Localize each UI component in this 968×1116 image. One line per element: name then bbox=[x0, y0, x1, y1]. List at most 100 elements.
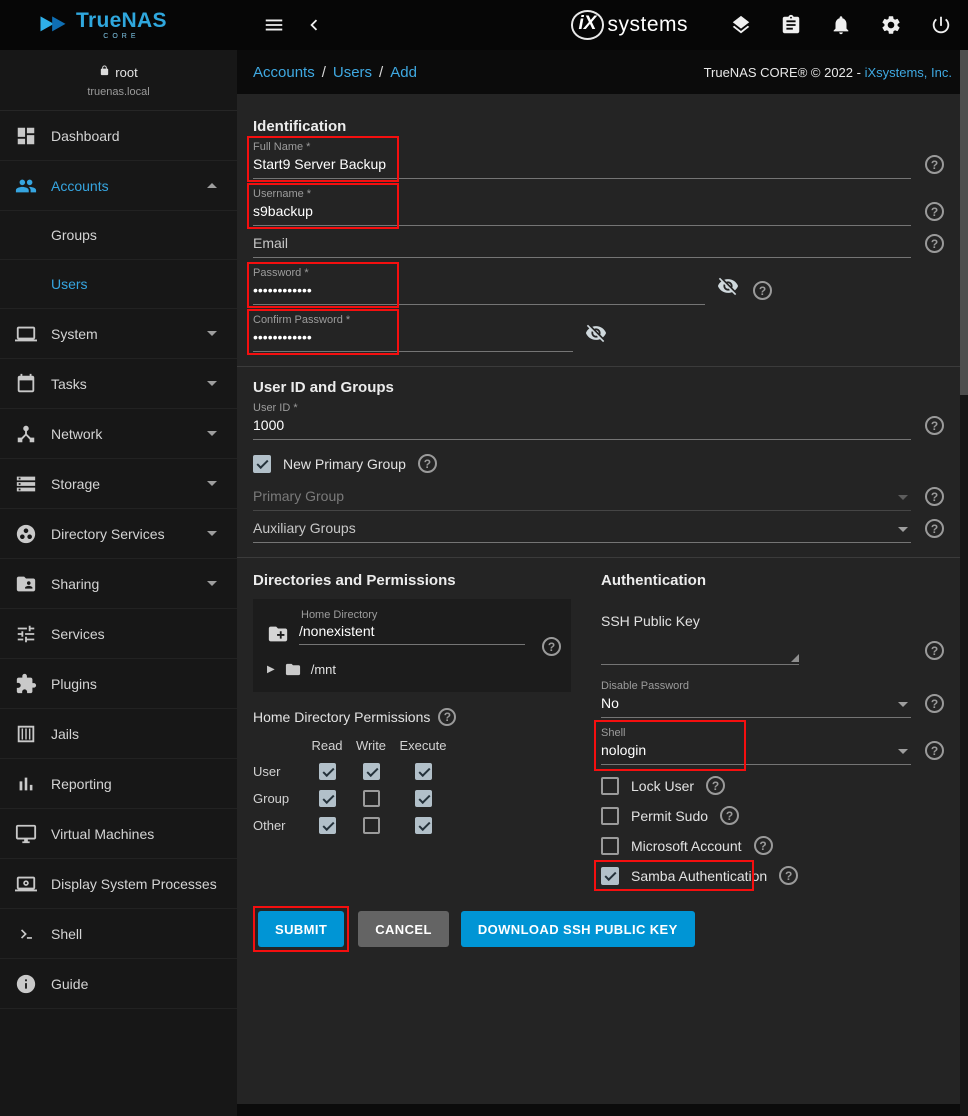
auxiliary-groups-select[interactable]: Auxiliary Groups bbox=[253, 519, 911, 543]
sidebar-item-plugins[interactable]: Plugins bbox=[0, 659, 237, 709]
scrollbar-thumb[interactable] bbox=[960, 50, 968, 395]
new-primary-group-row: New Primary Group bbox=[253, 454, 944, 473]
samba-authentication-help-icon[interactable] bbox=[779, 866, 798, 885]
sidebar-item-display-system-processes[interactable]: Display System Processes bbox=[0, 859, 237, 909]
menu-icon[interactable] bbox=[261, 12, 287, 38]
lock-user-checkbox[interactable] bbox=[601, 777, 619, 795]
microsoft-account-help-icon[interactable] bbox=[754, 836, 773, 855]
truenas-logo[interactable]: TrueNAS CORE bbox=[0, 10, 237, 40]
sidebar-item-jails[interactable]: Jails bbox=[0, 709, 237, 759]
ssh-public-key-textarea[interactable] bbox=[601, 631, 799, 665]
breadcrumb-accounts[interactable]: Accounts bbox=[253, 64, 315, 81]
ixsystems-link[interactable]: iXsystems, Inc. bbox=[865, 65, 952, 80]
clipboard-icon[interactable] bbox=[778, 12, 804, 38]
new-primary-group-checkbox[interactable] bbox=[253, 455, 271, 473]
disable-password-help-icon[interactable] bbox=[925, 694, 944, 713]
new-folder-icon[interactable] bbox=[265, 623, 299, 645]
folder-icon bbox=[283, 661, 303, 678]
section-identification: Identification bbox=[253, 118, 944, 135]
sidebar-user-block: root truenas.local bbox=[0, 50, 237, 111]
chevron-down-icon bbox=[207, 381, 217, 386]
chevron-down-icon bbox=[207, 431, 217, 436]
app-window: TrueNAS CORE iX systems bbox=[0, 0, 968, 1116]
sidebar-item-system[interactable]: System bbox=[0, 309, 237, 359]
sidebar-item-accounts[interactable]: Accounts bbox=[0, 161, 237, 211]
tree-expand-icon[interactable]: ▶ bbox=[267, 664, 275, 675]
password-visibility-icon[interactable] bbox=[717, 275, 739, 302]
user-read-checkbox[interactable] bbox=[319, 763, 336, 780]
home-directory-help-icon[interactable] bbox=[542, 637, 561, 656]
confirm-password-visibility-icon[interactable] bbox=[585, 322, 607, 349]
samba-authentication-checkbox[interactable] bbox=[601, 867, 619, 885]
breadcrumb-add[interactable]: Add bbox=[390, 64, 417, 81]
confirm-password-input[interactable]: Confirm Password * •••••••••••• bbox=[253, 313, 573, 352]
boxes-icon[interactable] bbox=[728, 12, 754, 38]
username-help-icon[interactable] bbox=[925, 202, 944, 221]
group-write-checkbox[interactable] bbox=[363, 790, 380, 807]
shell-help-icon[interactable] bbox=[925, 741, 944, 760]
shell-select[interactable]: Shell nologin bbox=[601, 726, 911, 765]
permit-sudo-help-icon[interactable] bbox=[720, 806, 739, 825]
sidebar-item-shell[interactable]: Shell bbox=[0, 909, 237, 959]
back-chevron-icon[interactable] bbox=[301, 12, 327, 38]
sharing-icon bbox=[14, 572, 38, 596]
power-icon[interactable] bbox=[928, 12, 954, 38]
sidebar-item-tasks[interactable]: Tasks bbox=[0, 359, 237, 409]
microsoft-account-checkbox[interactable] bbox=[601, 837, 619, 855]
sidebar-item-reporting[interactable]: Reporting bbox=[0, 759, 237, 809]
full-name-help-icon[interactable] bbox=[925, 155, 944, 174]
user-execute-checkbox[interactable] bbox=[415, 763, 432, 780]
sidebar-item-sharing[interactable]: Sharing bbox=[0, 559, 237, 609]
user-id-input[interactable]: User ID * 1000 bbox=[253, 401, 911, 440]
sidebar-item-storage[interactable]: Storage bbox=[0, 459, 237, 509]
password-help-icon[interactable] bbox=[753, 281, 772, 300]
mnt-tree-node[interactable]: ▶ /mnt bbox=[267, 661, 559, 678]
username-input[interactable]: Username * s9backup bbox=[253, 187, 911, 226]
sidebar-item-services[interactable]: Services bbox=[0, 609, 237, 659]
sidebar-item-groups[interactable]: Groups bbox=[0, 211, 237, 260]
sidebar-item-network[interactable]: Network bbox=[0, 409, 237, 459]
sidebar-item-virtual-machines[interactable]: Virtual Machines bbox=[0, 809, 237, 859]
sidebar-item-guide[interactable]: Guide bbox=[0, 959, 237, 1009]
permit-sudo-checkbox[interactable] bbox=[601, 807, 619, 825]
email-help-icon[interactable] bbox=[925, 234, 944, 253]
sidebar-item-users[interactable]: Users bbox=[0, 260, 237, 309]
primary-group-help-icon[interactable] bbox=[925, 487, 944, 506]
chevron-up-icon bbox=[207, 183, 217, 188]
sidebar-item-directory-services[interactable]: Directory Services bbox=[0, 509, 237, 559]
lock-user-help-icon[interactable] bbox=[706, 776, 725, 795]
other-read-checkbox[interactable] bbox=[319, 817, 336, 834]
group-execute-checkbox[interactable] bbox=[415, 790, 432, 807]
sidebar-item-dashboard[interactable]: Dashboard bbox=[0, 111, 237, 161]
home-dir-permissions-help-icon[interactable] bbox=[438, 708, 456, 726]
disable-password-select[interactable]: Disable Password No bbox=[601, 679, 911, 718]
cancel-button[interactable]: CANCEL bbox=[358, 911, 449, 947]
ssh-public-key-row bbox=[601, 631, 944, 665]
breadcrumb: Accounts / Users / Add TrueNAS CORE® © 2… bbox=[237, 50, 968, 94]
tasks-icon bbox=[14, 372, 38, 396]
auxiliary-groups-help-icon[interactable] bbox=[925, 519, 944, 538]
new-primary-group-help-icon[interactable] bbox=[418, 454, 437, 473]
password-input[interactable]: Password * •••••••••••• bbox=[253, 266, 705, 305]
main-area: Accounts / Users / Add TrueNAS CORE® © 2… bbox=[237, 50, 968, 1116]
hostname: truenas.local bbox=[0, 86, 237, 98]
email-input[interactable]: Email bbox=[253, 234, 911, 258]
vertical-scrollbar[interactable] bbox=[960, 50, 968, 1116]
settings-gear-icon[interactable] bbox=[878, 12, 904, 38]
ssh-public-key-help-icon[interactable] bbox=[925, 641, 944, 660]
processes-icon bbox=[14, 872, 38, 896]
notifications-icon[interactable] bbox=[828, 12, 854, 38]
download-ssh-key-button[interactable]: DOWNLOAD SSH PUBLIC KEY bbox=[461, 911, 695, 947]
other-execute-checkbox[interactable] bbox=[415, 817, 432, 834]
breadcrumb-users[interactable]: Users bbox=[333, 64, 372, 81]
home-directory-input[interactable]: /nonexistent bbox=[299, 623, 525, 645]
other-write-checkbox[interactable] bbox=[363, 817, 380, 834]
user-write-checkbox[interactable] bbox=[363, 763, 380, 780]
user-id-help-icon[interactable] bbox=[925, 416, 944, 435]
submit-button[interactable]: SUBMIT bbox=[258, 911, 344, 947]
full-name-input[interactable]: Full Name * Start9 Server Backup bbox=[253, 140, 911, 179]
logged-in-user: root bbox=[115, 65, 137, 80]
accounts-icon bbox=[14, 174, 38, 198]
group-read-checkbox[interactable] bbox=[319, 790, 336, 807]
resize-handle-icon[interactable] bbox=[791, 654, 799, 662]
